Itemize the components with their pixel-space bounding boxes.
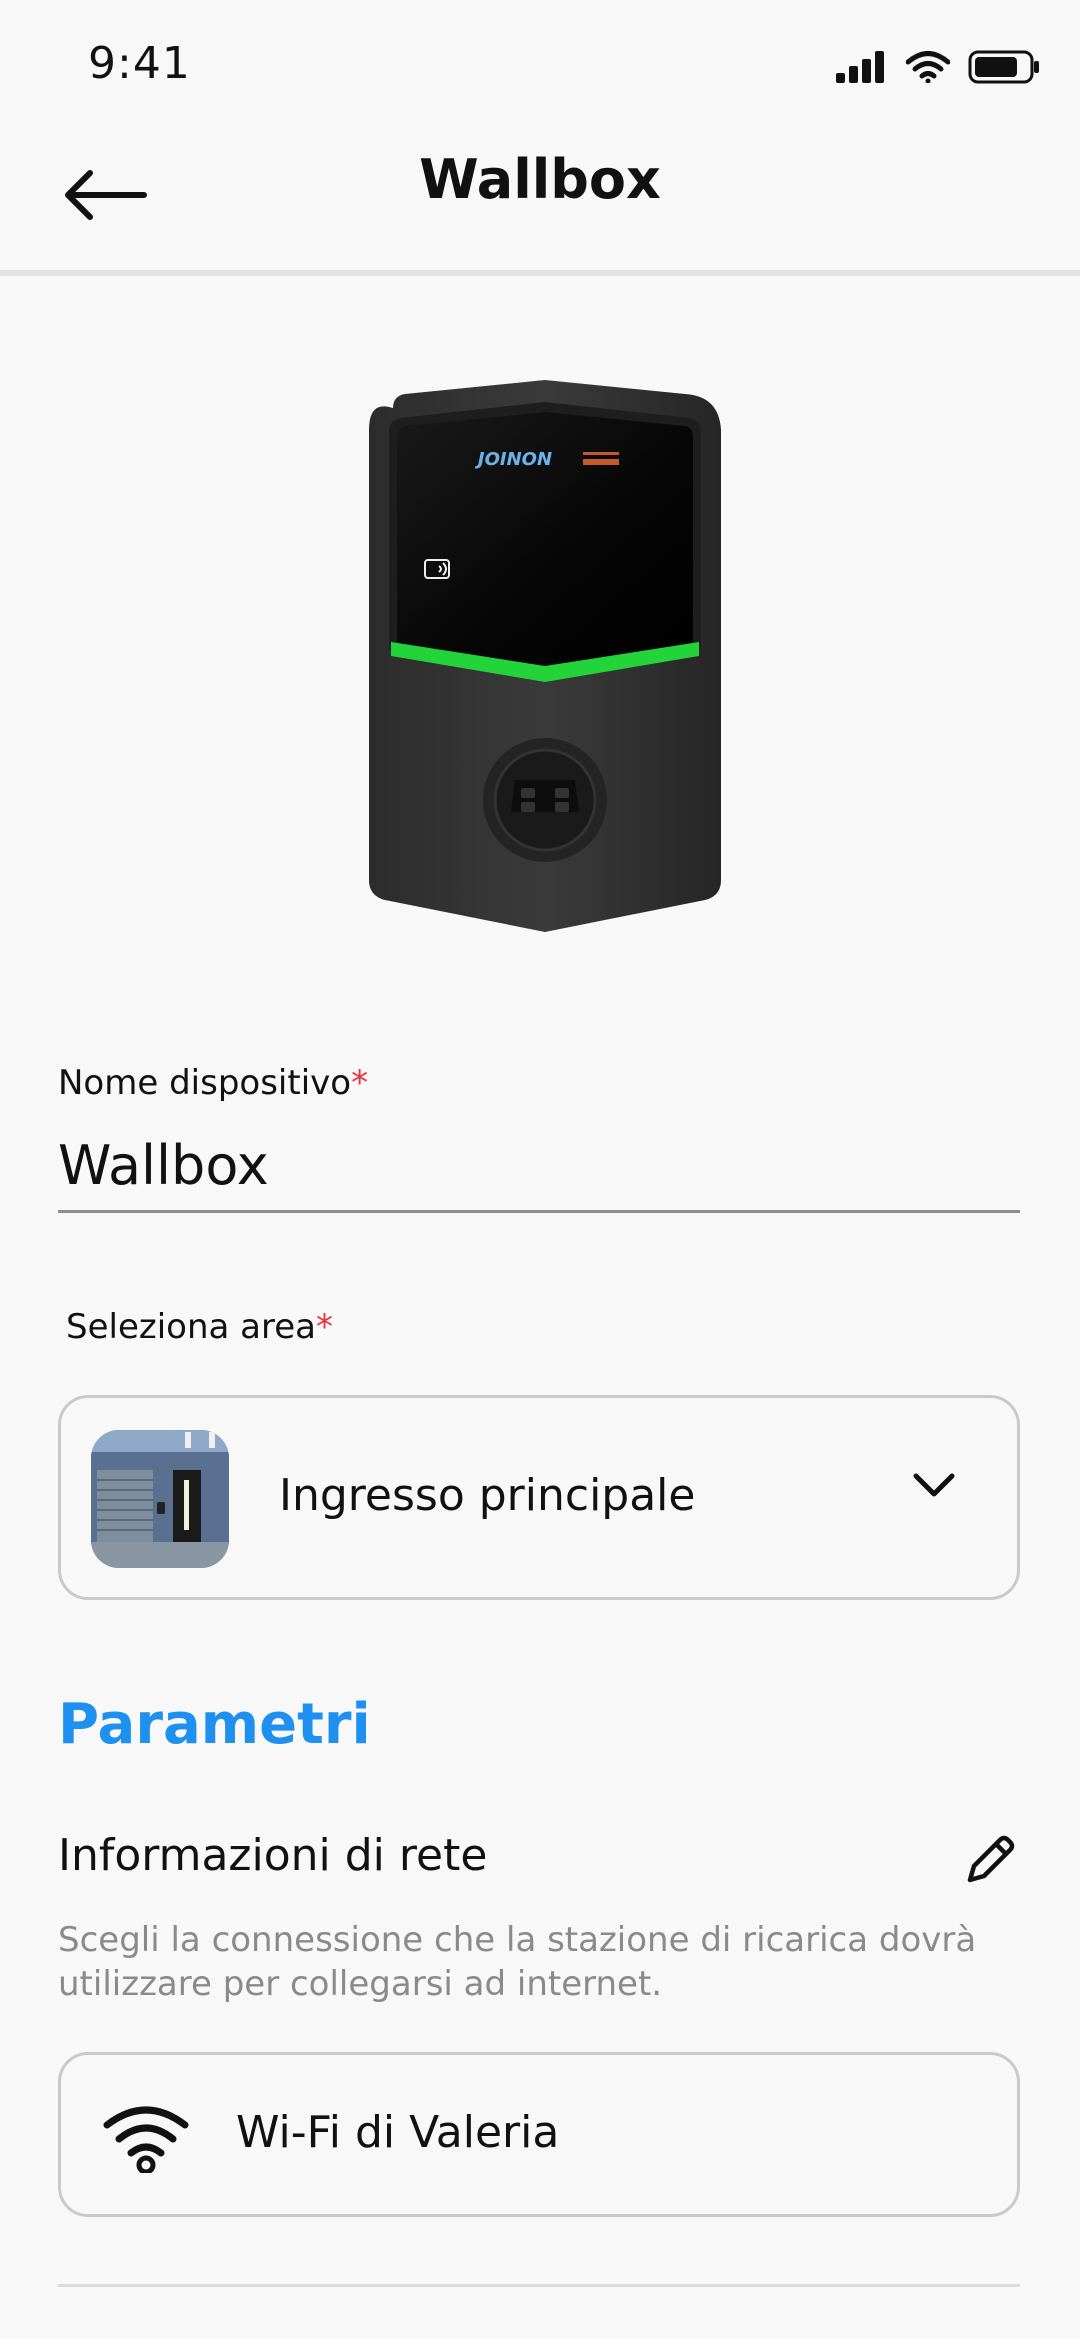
- area-select[interactable]: Ingresso principale: [58, 1395, 1020, 1600]
- status-icons: [836, 50, 1040, 84]
- network-info-title: Informazioni di rete: [58, 1830, 488, 1881]
- status-bar: 9:41: [0, 0, 1080, 120]
- battery-icon: [968, 50, 1039, 84]
- area-label: Seleziona area*: [66, 1307, 333, 1347]
- required-asterisk: *: [315, 1307, 333, 1347]
- area-selected-value: Ingresso principale: [279, 1470, 696, 1521]
- edit-network-button[interactable]: [960, 1830, 1030, 1900]
- status-time: 9:41: [88, 38, 191, 89]
- wifi-status-icon: [906, 51, 950, 83]
- wallbox-device-image: JOINON: [369, 380, 721, 932]
- header-divider: [0, 270, 1080, 276]
- required-asterisk: *: [351, 1063, 369, 1103]
- device-name-input[interactable]: [58, 1120, 1020, 1213]
- chevron-down-icon: [913, 1473, 955, 1497]
- section-title-parametri: Parametri: [58, 1692, 371, 1757]
- bottom-divider: [58, 2284, 1020, 2287]
- area-thumbnail-image: [91, 1430, 229, 1568]
- network-info-description: Scegli la connessione che la stazione di…: [58, 1920, 977, 2004]
- app-header: Wallbox: [0, 120, 1080, 270]
- pencil-icon: [967, 1835, 1015, 1883]
- wifi-network-name: Wi-Fi di Valeria: [236, 2107, 560, 2158]
- wifi-icon: [103, 2106, 189, 2173]
- page-title: Wallbox: [419, 148, 661, 211]
- device-name-label: Nome dispositivo*: [58, 1063, 369, 1103]
- wifi-network-card[interactable]: Wi-Fi di Valeria: [58, 2052, 1020, 2217]
- cellular-signal-icon: [836, 51, 884, 83]
- joinon-logo: JOINON: [475, 449, 552, 470]
